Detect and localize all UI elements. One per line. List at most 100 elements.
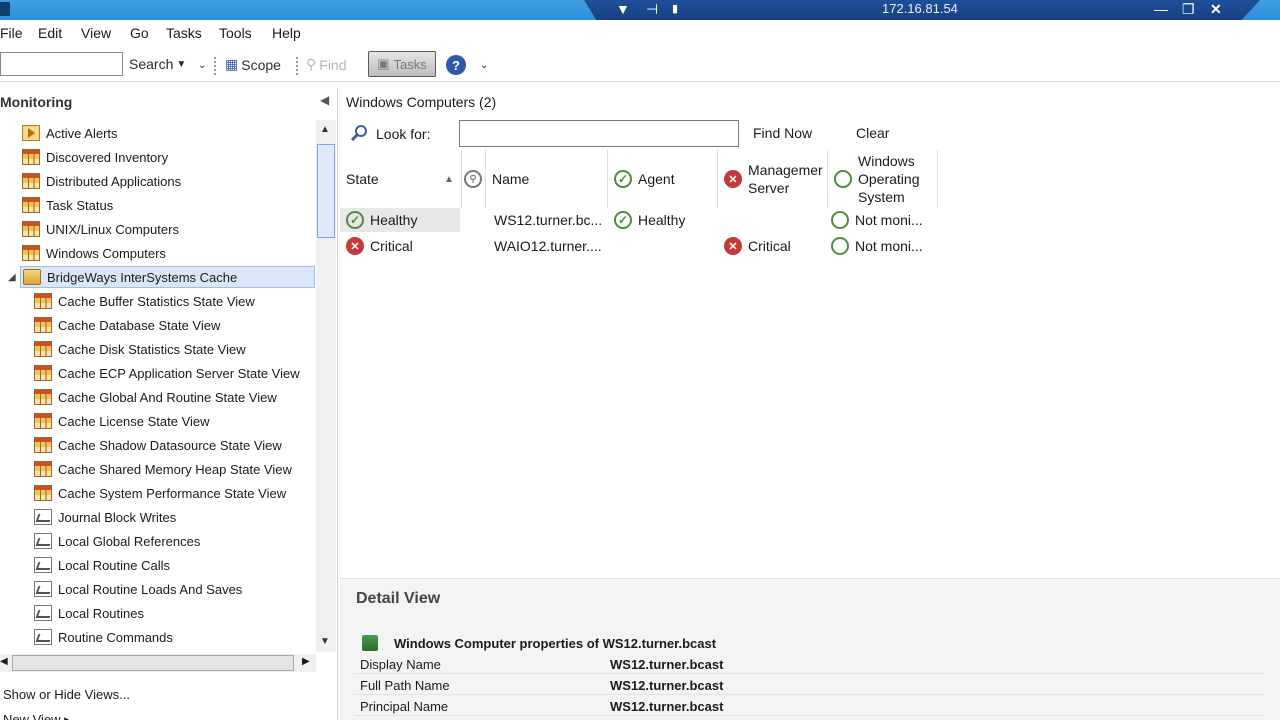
close-icon[interactable]: ✕: [1210, 0, 1222, 18]
toolbar-overflow-icon[interactable]: ⌄: [480, 60, 488, 71]
cell-name[interactable]: WAIO12.turner....: [494, 234, 602, 258]
scroll-up-icon[interactable]: ▲: [320, 124, 330, 135]
tree-item-label: BridgeWays InterSystems Cache: [47, 269, 238, 285]
scroll-left-icon[interactable]: ◀: [0, 656, 8, 667]
scroll-down-icon[interactable]: ▼: [320, 636, 330, 647]
cell-state[interactable]: ✕ Critical: [346, 234, 413, 258]
find-now-button[interactable]: Find Now: [753, 125, 812, 141]
tree-item-cache-database[interactable]: Cache Database State View: [34, 314, 220, 336]
menu-tools[interactable]: Tools: [219, 25, 252, 41]
performance-view-icon: [34, 557, 52, 573]
cell-label: Healthy: [370, 212, 418, 228]
computers-grid: State ▲ ⚲ Name ✓ Agent ✕ Managemer Serve…: [340, 150, 1280, 578]
performance-view-icon: [34, 509, 52, 525]
menu-go[interactable]: Go: [130, 25, 149, 41]
tree-item-discovered-inventory[interactable]: Discovered Inventory: [22, 146, 168, 168]
tree-item-local-routine-loads-and-saves[interactable]: Local Routine Loads And Saves: [34, 578, 242, 600]
tree-item-local-routine-calls[interactable]: Local Routine Calls: [34, 554, 170, 576]
tree-item-label: Routine Commands: [58, 629, 173, 645]
not-monitored-icon: [834, 170, 852, 188]
menu-bar: File Edit View Go Tasks Tools Help: [0, 20, 1280, 48]
cell-windows-os[interactable]: Not moni...: [831, 208, 923, 232]
tree-item-journal-block-writes[interactable]: Journal Block Writes: [34, 506, 176, 528]
tree-item-distributed-applications[interactable]: Distributed Applications: [22, 170, 181, 192]
clear-button[interactable]: Clear: [856, 125, 889, 141]
state-view-icon: [22, 173, 40, 189]
minimize-icon[interactable]: —: [1154, 0, 1168, 18]
toolbar-overflow-icon[interactable]: ⌄: [198, 60, 206, 71]
new-view-link[interactable]: New View ▸: [3, 712, 71, 720]
property-key: Full Path Name: [360, 678, 450, 693]
help-icon[interactable]: ?: [446, 55, 466, 75]
column-header-management-server[interactable]: ✕ Managemer Server: [718, 150, 828, 208]
tree-item-label: Windows Computers: [46, 245, 166, 261]
results-pane: Windows Computers (2) Look for: Find Now…: [340, 88, 1280, 720]
navigation-pane: Monitoring ◀ Active Alerts Discovered In…: [0, 88, 338, 720]
cell-agent[interactable]: ✓ Healthy: [614, 208, 685, 232]
tree-item-cache-shared-memory-heap[interactable]: Cache Shared Memory Heap State View: [34, 458, 292, 480]
tree-item-local-routines[interactable]: Local Routines: [34, 602, 144, 624]
tree-item-cache-ecp-application-server[interactable]: Cache ECP Application Server State View: [34, 362, 300, 384]
tree-item-unix-linux-computers[interactable]: UNIX/Linux Computers: [22, 218, 179, 240]
not-monitored-icon: [831, 237, 849, 255]
tree-item-routine-commands[interactable]: Routine Commands: [34, 626, 173, 648]
pin-icon[interactable]: ⊣: [646, 0, 658, 18]
tree-item-cache-license[interactable]: Cache License State View: [34, 410, 210, 432]
restore-icon[interactable]: ❐: [1182, 0, 1195, 18]
column-header-state[interactable]: State ▲: [340, 150, 462, 208]
look-for-input[interactable]: [459, 120, 739, 147]
cell-windows-os[interactable]: Not moni...: [831, 234, 923, 258]
scrollbar-thumb[interactable]: [317, 144, 335, 238]
menu-edit[interactable]: Edit: [38, 25, 62, 41]
tree-item-windows-computers[interactable]: Windows Computers: [22, 242, 166, 264]
find-button[interactable]: ⚲ Find: [306, 56, 347, 73]
tree-item-bridgeways-intersystems-cache[interactable]: BridgeWays InterSystems Cache: [20, 266, 315, 288]
column-header-name[interactable]: Name: [486, 150, 608, 208]
tree-item-cache-buffer-statistics[interactable]: Cache Buffer Statistics State View: [34, 290, 255, 312]
tree-item-cache-system-performance[interactable]: Cache System Performance State View: [34, 482, 286, 504]
menu-help[interactable]: Help: [272, 25, 301, 41]
toolbar-search-input[interactable]: [0, 52, 123, 76]
tree-item-task-status[interactable]: Task Status: [22, 194, 113, 216]
menu-file[interactable]: File: [0, 25, 23, 41]
column-header-windows-os[interactable]: Windows Operating System: [828, 150, 938, 208]
menu-view[interactable]: View: [81, 25, 111, 41]
property-row: Full Path Name WS12.turner.bcast: [354, 674, 1264, 695]
chevron-down-icon[interactable]: ▼: [616, 0, 630, 18]
scope-button[interactable]: ▦ Scope: [225, 56, 281, 73]
scroll-right-icon[interactable]: ▶: [302, 656, 310, 667]
healthy-icon: ✓: [346, 211, 364, 229]
cell-state[interactable]: ✓ Healthy: [346, 208, 417, 232]
tree-item-cache-disk-statistics[interactable]: Cache Disk Statistics State View: [34, 338, 246, 360]
column-label: State: [346, 171, 379, 187]
nav-horizontal-scrollbar[interactable]: ◀ ▶: [0, 654, 316, 672]
tree-item-active-alerts[interactable]: Active Alerts: [22, 122, 118, 144]
state-view-icon: [34, 389, 52, 405]
column-label: Managemer Server: [748, 162, 823, 196]
maintenance-mode-icon: ⚲: [464, 170, 482, 188]
look-for-label: Look for:: [376, 126, 431, 142]
performance-view-icon: [34, 605, 52, 621]
cell-label: Not moni...: [855, 238, 923, 254]
show-hide-views-link[interactable]: Show or Hide Views...: [3, 687, 130, 702]
cell-management-server[interactable]: ✕ Critical: [724, 234, 791, 258]
search-button[interactable]: Search ▼: [129, 56, 186, 72]
scrollbar-thumb[interactable]: [12, 655, 294, 671]
menu-tasks[interactable]: Tasks: [166, 25, 202, 41]
nav-vertical-scrollbar[interactable]: ▲ ▼: [316, 120, 336, 652]
state-view-icon: [34, 365, 52, 381]
column-header-agent[interactable]: ✓ Agent: [608, 150, 718, 208]
column-label: Agent: [638, 171, 675, 187]
toolbar: Search ▼ ⌄ ▦ Scope ⚲ Find ▣ Tasks ⌄: [0, 48, 1280, 82]
tree-item-cache-shadow-datasource[interactable]: Cache Shadow Datasource State View: [34, 434, 282, 456]
critical-icon: ✕: [346, 237, 364, 255]
find-icon: ⚲: [306, 56, 317, 72]
cell-name[interactable]: WS12.turner.bc...: [494, 208, 602, 232]
tree-item-cache-global-and-routine[interactable]: Cache Global And Routine State View: [34, 386, 277, 408]
column-header-maintenance[interactable]: ⚲: [462, 150, 486, 208]
tree-item-local-global-references[interactable]: Local Global References: [34, 530, 200, 552]
expand-arrow-icon[interactable]: ◢: [8, 272, 16, 283]
collapse-pane-icon[interactable]: ◀: [320, 93, 329, 107]
chevron-down-icon: ▼: [176, 58, 187, 70]
tasks-button[interactable]: ▣ Tasks: [368, 51, 436, 77]
